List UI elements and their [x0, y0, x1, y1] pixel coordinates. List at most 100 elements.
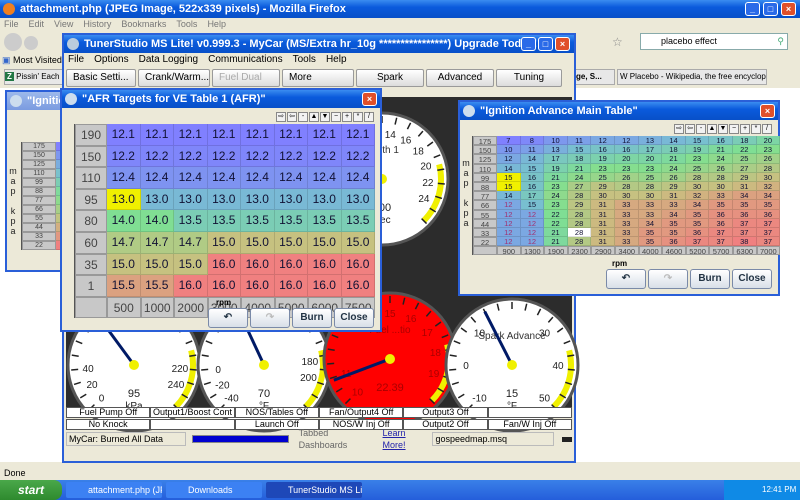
basic-settings-button[interactable]: Basic Setti... [66, 69, 136, 87]
table-cell[interactable]: 35 [662, 218, 686, 228]
crank-warmup-button[interactable]: Crank/Warm... [138, 69, 210, 87]
table-cell[interactable]: 26 [709, 163, 733, 173]
table-cell[interactable]: 24 [544, 191, 568, 201]
menu-edit[interactable]: Edit [29, 19, 45, 29]
table-cell[interactable]: 13.0 [107, 188, 141, 211]
search-input[interactable]: placebo effect ⚲ [640, 33, 788, 50]
table-cell[interactable]: 14.0 [140, 210, 174, 232]
minus-icon[interactable]: − [331, 112, 341, 122]
table-cell[interactable]: 35 [638, 237, 663, 247]
back-button[interactable] [4, 33, 22, 51]
table-cell[interactable]: 28 [567, 218, 592, 228]
table-cell[interactable]: 15 [497, 181, 521, 192]
table-cell[interactable]: 16.0 [341, 253, 375, 276]
learn-more-link[interactable]: Learn More! [383, 427, 430, 451]
table-cell[interactable]: 37 [732, 218, 757, 228]
table-cell[interactable]: 37 [732, 227, 757, 238]
table-cell[interactable]: 36 [685, 227, 710, 238]
table-cell[interactable]: 35 [662, 227, 686, 238]
table-cell[interactable]: 12.1 [274, 124, 308, 146]
table-cell[interactable]: 15.0 [207, 231, 241, 254]
more-settings-button[interactable]: More settings [282, 69, 354, 99]
table-cell[interactable]: 30 [638, 191, 663, 201]
table-cell[interactable]: 21 [544, 227, 568, 238]
table-cell[interactable]: 14 [497, 163, 521, 173]
table-cell[interactable]: 28 [567, 209, 592, 219]
table-cell[interactable]: 12.1 [174, 124, 208, 146]
menu-file[interactable]: File [4, 19, 19, 29]
table-cell[interactable]: 12 [497, 209, 521, 219]
table-cell[interactable]: 12 [520, 237, 545, 247]
close-button[interactable]: × [781, 2, 796, 16]
table-cell[interactable]: 27 [732, 163, 757, 173]
forward-button[interactable] [24, 36, 38, 50]
table-cell[interactable]: 15 [685, 136, 710, 146]
decrement-icon[interactable]: - [696, 124, 706, 134]
table-cell[interactable]: 24 [709, 154, 733, 164]
table-cell[interactable]: 37 [756, 218, 781, 228]
ts-menu-tools[interactable]: Tools [293, 54, 316, 65]
table-cell[interactable]: 15.0 [241, 231, 275, 254]
table-cell[interactable]: 30 [591, 191, 615, 201]
table-cell[interactable]: 10 [544, 136, 568, 146]
table-cell[interactable]: 21 [544, 172, 568, 182]
ts-menu-help[interactable]: Help [326, 54, 347, 65]
afr-close-x-button[interactable]: × [362, 92, 377, 106]
table-cell[interactable]: 26 [614, 172, 639, 182]
table-cell[interactable]: 16 [520, 181, 545, 192]
table-cell[interactable]: 15.5 [107, 275, 141, 297]
undo-button[interactable]: ↶ [606, 269, 646, 289]
multiply-icon[interactable]: * [353, 112, 363, 122]
table-cell[interactable]: 8 [520, 136, 545, 146]
table-cell[interactable]: 36 [709, 218, 733, 228]
table-cell[interactable]: 28 [638, 181, 663, 192]
table-cell[interactable]: 16.0 [341, 275, 375, 297]
table-cell[interactable]: 16.0 [207, 275, 241, 297]
table-cell[interactable]: 38 [732, 237, 757, 247]
table-cell[interactable]: 12 [497, 200, 521, 210]
table-cell[interactable]: 12 [497, 218, 521, 228]
table-cell[interactable]: 12 [497, 154, 521, 164]
table-cell[interactable]: 15.0 [341, 231, 375, 254]
table-cell[interactable]: 13.5 [174, 210, 208, 232]
table-cell[interactable]: 22 [544, 209, 568, 219]
table-cell[interactable]: 12 [520, 209, 545, 219]
table-cell[interactable]: 13.0 [174, 188, 208, 211]
table-cell[interactable]: 33 [614, 227, 639, 238]
table-cell[interactable]: 36 [662, 237, 686, 247]
table-cell[interactable]: 26 [756, 154, 781, 164]
table-cell[interactable]: 26 [662, 172, 686, 182]
raise-icon[interactable]: ▲ [707, 124, 717, 134]
arrow-left-icon[interactable]: ⇦ [685, 124, 695, 134]
plus-icon[interactable]: + [342, 112, 352, 122]
table-cell[interactable]: 23 [544, 181, 568, 192]
table-cell[interactable]: 16 [614, 145, 639, 155]
table-cell[interactable]: 31 [591, 237, 615, 247]
table-cell[interactable]: 19 [685, 145, 710, 155]
bookmark-most-visited[interactable]: ▣ Most Visited [2, 55, 62, 66]
table-cell[interactable]: 33 [638, 200, 663, 210]
task-attachment[interactable]: attachment.php (JPE... [66, 482, 162, 498]
table-cell[interactable]: 30 [614, 191, 639, 201]
maximize-button[interactable]: □ [763, 2, 778, 16]
table-cell[interactable]: 14.7 [140, 231, 174, 254]
burn-button[interactable]: Burn [690, 269, 730, 289]
table-cell[interactable]: 32 [756, 181, 781, 192]
table-cell[interactable]: 16.0 [274, 253, 308, 276]
table-cell[interactable]: 32 [685, 191, 710, 201]
table-cell[interactable]: 12.1 [207, 124, 241, 146]
tab-active[interactable]: ge, S... [575, 69, 615, 85]
ts-minimize-button[interactable]: _ [521, 37, 536, 51]
tuning-button[interactable]: Tuning [496, 69, 562, 87]
table-cell[interactable]: 15.0 [308, 231, 342, 254]
table-cell[interactable]: 37 [685, 237, 710, 247]
table-cell[interactable]: 33 [614, 209, 639, 219]
table-cell[interactable]: 13.5 [207, 210, 241, 232]
table-cell[interactable]: 23 [614, 163, 639, 173]
table-cell[interactable]: 12.4 [140, 167, 174, 189]
table-cell[interactable]: 34 [638, 218, 663, 228]
table-cell[interactable]: 16.0 [241, 275, 275, 297]
table-cell[interactable]: 14 [497, 191, 521, 201]
table-cell[interactable]: 12.4 [241, 167, 275, 189]
arrow-right-icon[interactable]: ⇨ [276, 112, 286, 122]
